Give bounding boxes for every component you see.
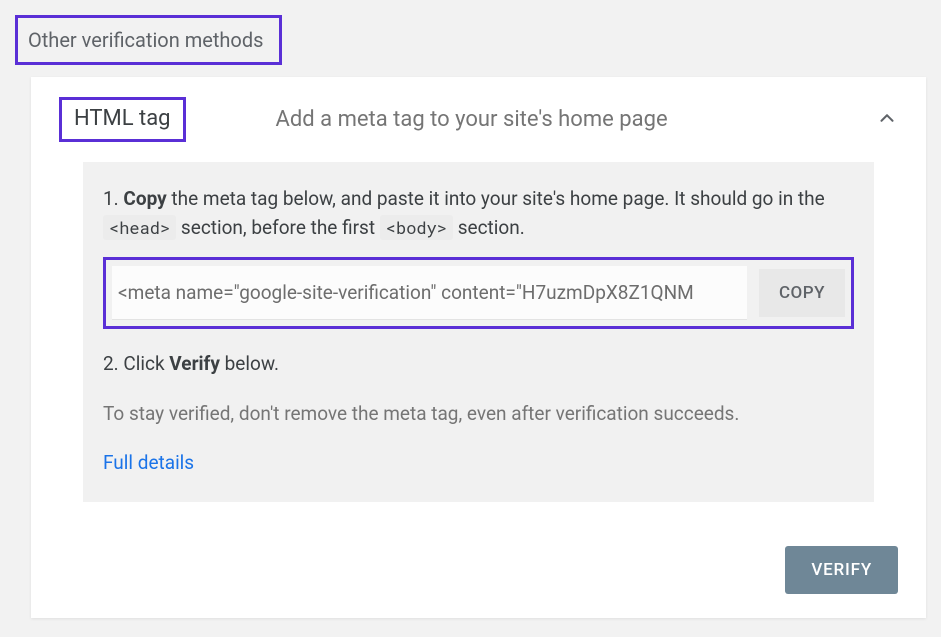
verification-method-card: HTML tag Add a meta tag to your site's h… [31, 77, 926, 618]
code-head: <head> [103, 215, 176, 240]
instructions-panel: 1. Copy the meta tag below, and paste it… [83, 162, 874, 502]
copy-button[interactable]: COPY [759, 269, 845, 317]
step-1-prefix: 1. [103, 187, 123, 210]
step-2-prefix: 2. Click [103, 352, 169, 375]
section-heading: Other verification methods [15, 15, 282, 65]
code-body: <body> [380, 215, 453, 240]
method-subtitle: Add a meta tag to your site's home page [276, 107, 876, 132]
verify-button[interactable]: VERIFY [785, 546, 898, 594]
full-details-link[interactable]: Full details [103, 451, 194, 474]
accordion-header[interactable]: HTML tag Add a meta tag to your site's h… [31, 77, 926, 162]
persistence-note: To stay verified, don't remove the meta … [103, 400, 854, 429]
step-1-mid: section, before the first [176, 216, 380, 239]
step-1-bold: Copy [123, 187, 166, 210]
step-2-tail: below. [220, 352, 279, 375]
step-2-text: 2. Click Verify below. [103, 349, 854, 378]
chevron-up-icon [876, 107, 898, 133]
meta-tag-input[interactable] [112, 266, 747, 320]
accordion-body: 1. Copy the meta tag below, and paste it… [31, 162, 926, 522]
copy-row: COPY [112, 266, 845, 320]
copy-row-highlight: COPY [103, 257, 854, 329]
step-2-bold: Verify [169, 352, 220, 375]
step-1-after-bold: the meta tag below, and paste it into yo… [167, 187, 825, 210]
step-1-text: 1. Copy the meta tag below, and paste it… [103, 184, 854, 243]
step-1-tail: section. [453, 216, 525, 239]
method-name: HTML tag [59, 97, 186, 142]
action-row: VERIFY [31, 522, 926, 618]
